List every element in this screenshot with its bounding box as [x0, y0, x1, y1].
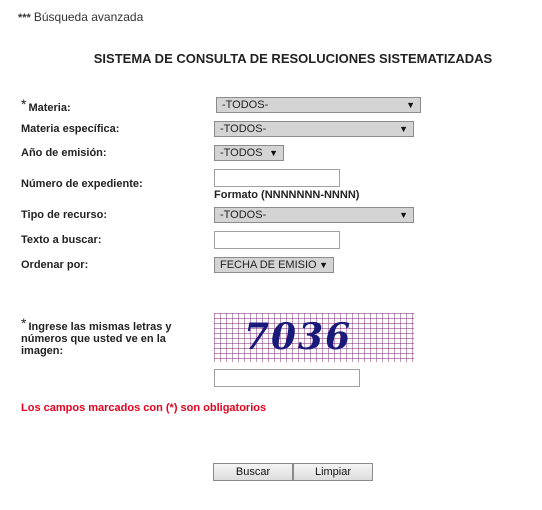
tipo-recurso-select[interactable]: -TODOS- ▼ [214, 207, 414, 223]
captcha-input[interactable] [214, 369, 360, 387]
chevron-down-icon: ▼ [406, 100, 415, 110]
advanced-search-link-row: *** Búsqueda avanzada [18, 10, 143, 24]
captcha-label: * Ingrese las mismas letras y números que… [21, 316, 172, 357]
required-asterisk: * [21, 96, 27, 112]
texto-buscar-input[interactable] [214, 231, 340, 249]
clear-button[interactable]: Limpiar [293, 463, 373, 481]
chevron-down-icon: ▼ [399, 210, 408, 220]
search-button[interactable]: Buscar [213, 463, 293, 481]
numero-expediente-input[interactable] [214, 169, 340, 187]
page-title: SISTEMA DE CONSULTA DE RESOLUCIONES SIST… [93, 51, 493, 66]
tipo-recurso-select-value: -TODOS- [220, 209, 267, 221]
required-fields-note: Los campos marcados con (*) son obligato… [21, 402, 267, 414]
materia-especifica-label: Materia específica: [21, 123, 120, 135]
anio-emision-select-value: -TODOS [220, 147, 263, 159]
materia-label: * Materia: [21, 96, 71, 114]
ordenar-por-label: Ordenar por: [21, 259, 89, 271]
required-asterisk: * [21, 315, 27, 331]
texto-buscar-label: Texto a buscar: [21, 234, 102, 246]
advanced-search-link[interactable]: Búsqueda avanzada [34, 10, 143, 24]
materia-select-value: -TODOS- [222, 99, 269, 111]
numero-expediente-label: Número de expediente: [21, 178, 143, 190]
tipo-recurso-label: Tipo de recurso: [21, 209, 107, 221]
ordenar-por-select[interactable]: FECHA DE EMISIO ▼ [214, 257, 334, 273]
advanced-search-stars: *** [18, 12, 31, 24]
materia-especifica-select[interactable]: -TODOS- ▼ [214, 121, 414, 137]
captcha-label-line1: Ingrese las mismas letras y [28, 321, 172, 333]
materia-label-text: Materia: [28, 102, 71, 114]
materia-select[interactable]: -TODOS- ▼ [216, 97, 421, 113]
anio-emision-select[interactable]: -TODOS ▼ [214, 145, 284, 161]
materia-especifica-select-value: -TODOS- [220, 123, 267, 135]
captcha-image: 7036 [214, 313, 414, 362]
numero-expediente-format-hint: Formato (NNNNNNN-NNNN) [214, 189, 360, 201]
chevron-down-icon: ▼ [399, 124, 408, 134]
chevron-down-icon: ▼ [319, 260, 328, 270]
captcha-label-line3: imagen: [21, 345, 64, 357]
ordenar-por-select-value: FECHA DE EMISIO [220, 259, 317, 271]
chevron-down-icon: ▼ [269, 148, 278, 158]
captcha-text: 7036 [244, 316, 352, 358]
captcha-svg: 7036 [214, 313, 414, 362]
anio-emision-label: Año de emisión: [21, 147, 107, 159]
captcha-label-line2: números que usted ve en la [21, 333, 166, 345]
